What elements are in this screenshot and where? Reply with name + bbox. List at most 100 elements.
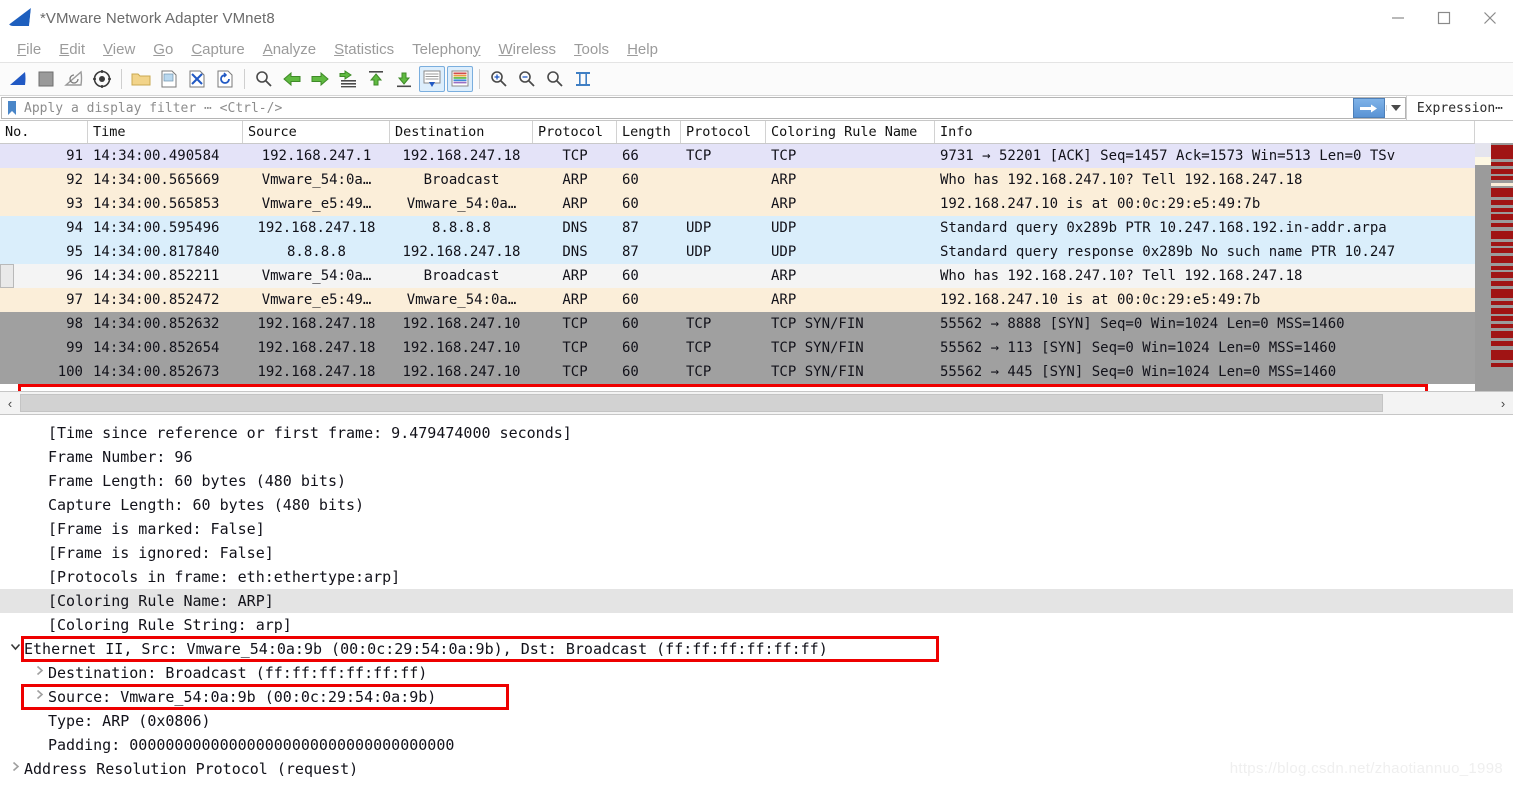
- scrollbar-density-band: [1491, 188, 1513, 197]
- menu-item-edit[interactable]: Edit: [50, 41, 94, 58]
- cell-info: Standard query 0x289b PTR 10.247.168.192…: [940, 220, 1387, 236]
- menu-item-statistics[interactable]: Statistics: [325, 41, 403, 58]
- column-header-protocol[interactable]: Protocol: [681, 121, 766, 143]
- packet-row[interactable]: 97 14:34:00.852472 Vmware_e5:49… Vmware_54:…: [0, 288, 1513, 312]
- packet-list[interactable]: No. Time Source Destination Protocol Length Pr…: [0, 121, 1513, 391]
- reload-file-icon[interactable]: [212, 66, 238, 92]
- chevron-right-icon[interactable]: [32, 661, 46, 685]
- detail-tree-row[interactable]: Source: Vmware_54:0a:9b (00:0c:29:54:0a:…: [0, 685, 1513, 709]
- detail-row-text: [Frame is ignored: False]: [48, 544, 274, 562]
- column-header-protocol[interactable]: Protocol: [533, 121, 617, 143]
- menu-item-file[interactable]: File: [8, 41, 50, 58]
- packet-row[interactable]: 100 14:34:00.852673 192.168.247.18 192.168.…: [0, 360, 1513, 384]
- bookmark-icon[interactable]: [4, 98, 20, 118]
- detail-tree-row[interactable]: Type: ARP (0x0806): [0, 709, 1513, 733]
- zoom-in-icon[interactable]: [486, 66, 512, 92]
- detail-tree-row[interactable]: Frame Length: 60 bytes (480 bits): [0, 469, 1513, 493]
- start-capture-icon[interactable]: [5, 66, 31, 92]
- column-header-source[interactable]: Source: [243, 121, 390, 143]
- chevron-right-icon[interactable]: [32, 685, 46, 709]
- chevron-left-icon[interactable]: ‹: [0, 393, 20, 413]
- menu-item-help[interactable]: Help: [618, 41, 667, 58]
- colorize-icon[interactable]: [447, 66, 473, 92]
- chevron-right-icon[interactable]: ›: [1493, 393, 1513, 413]
- scrollbar-thumb[interactable]: [1475, 165, 1491, 391]
- hscroll-track[interactable]: [20, 394, 1493, 412]
- filter-expression-button[interactable]: Expression⋯: [1405, 96, 1513, 120]
- toolbar-separator: [121, 69, 122, 89]
- open-file-icon[interactable]: [128, 66, 154, 92]
- packet-row[interactable]: 94 14:34:00.595496 192.168.247.18 8.8.8.8 DN…: [0, 216, 1513, 240]
- menu-item-analyze[interactable]: Analyze: [254, 41, 325, 58]
- packet-row[interactable]: 91 14:34:00.490584 192.168.247.1 192.168.24…: [0, 144, 1513, 168]
- menu-item-view[interactable]: View: [94, 41, 144, 58]
- close-file-icon[interactable]: [184, 66, 210, 92]
- cell-protocol: TCP: [562, 316, 588, 332]
- detail-tree-row[interactable]: [Frame is ignored: False]: [0, 541, 1513, 565]
- filter-dropdown-icon[interactable]: [1385, 105, 1405, 111]
- restart-capture-icon[interactable]: [61, 66, 87, 92]
- detail-tree-row[interactable]: Ethernet II, Src: Vmware_54:0a:9b (00:0c…: [0, 637, 1513, 661]
- intelligent-scrollbar[interactable]: [1491, 143, 1513, 391]
- packet-row[interactable]: 95 14:34:00.817840 8.8.8.8 192.168.247.18 DN…: [0, 240, 1513, 264]
- stop-capture-icon[interactable]: [33, 66, 59, 92]
- go-forward-icon[interactable]: [307, 66, 333, 92]
- detail-row-text: Capture Length: 60 bytes (480 bits): [48, 496, 365, 514]
- detail-tree-row[interactable]: Capture Length: 60 bytes (480 bits): [0, 493, 1513, 517]
- detail-tree-row[interactable]: [Frame is marked: False]: [0, 517, 1513, 541]
- maximize-icon[interactable]: [1421, 0, 1467, 36]
- display-filter-input[interactable]: Apply a display filter ⋯ <Ctrl-/>: [1, 97, 1406, 119]
- column-header-coloring-rule-name[interactable]: Coloring Rule Name: [766, 121, 935, 143]
- menu-item-go[interactable]: Go: [144, 41, 182, 58]
- chevron-right-icon[interactable]: [8, 757, 22, 781]
- go-last-packet-icon[interactable]: [391, 66, 417, 92]
- cell-coloring_rule: ARP: [771, 268, 797, 284]
- menu-item-capture[interactable]: Capture: [182, 41, 253, 58]
- detail-tree-row[interactable]: Frame Number: 96: [0, 445, 1513, 469]
- menu-item-telephony[interactable]: Telephony: [403, 41, 489, 58]
- close-icon[interactable]: [1467, 0, 1513, 36]
- packet-row[interactable]: 93 14:34:00.565853 Vmware_e5:49… Vmware_54:…: [0, 192, 1513, 216]
- detail-tree-row[interactable]: [Protocols in frame: eth:ethertype:arp]: [0, 565, 1513, 589]
- column-header-no[interactable]: No.: [0, 121, 88, 143]
- packet-list-header[interactable]: No. Time Source Destination Protocol Length Pr…: [0, 121, 1513, 144]
- resize-columns-icon[interactable]: [570, 66, 596, 92]
- cell-info: 55562 → 8888 [SYN] Seq=0 Win=1024 Len=0 …: [940, 316, 1345, 332]
- packet-row[interactable]: 96 14:34:00.852211 Vmware_54:0a… Broadcast A…: [0, 264, 1513, 288]
- column-header-destination[interactable]: Destination: [390, 121, 533, 143]
- packet-row[interactable]: 98 14:34:00.852632 192.168.247.18 192.168.2…: [0, 312, 1513, 336]
- detail-tree-row[interactable]: [Coloring Rule String: arp]: [0, 613, 1513, 637]
- chevron-down-icon[interactable]: [8, 637, 22, 661]
- cell-destination: Vmware_54:0a…: [406, 292, 517, 308]
- zoom-reset-icon[interactable]: [542, 66, 568, 92]
- detail-tree-row[interactable]: [Coloring Rule Name: ARP]: [0, 589, 1513, 613]
- hscroll-thumb[interactable]: [20, 394, 1383, 412]
- column-header-time[interactable]: Time: [88, 121, 243, 143]
- go-to-packet-icon[interactable]: [335, 66, 361, 92]
- minimize-icon[interactable]: [1375, 0, 1421, 36]
- detail-tree-row[interactable]: Destination: Broadcast (ff:ff:ff:ff:ff:f…: [0, 661, 1513, 685]
- display-filter-placeholder: Apply a display filter ⋯ <Ctrl-/>: [24, 100, 283, 116]
- packet-list-rows[interactable]: 91 14:34:00.490584 192.168.247.1 192.168.24…: [0, 144, 1513, 384]
- menu-item-wireless[interactable]: Wireless: [490, 41, 566, 58]
- column-header-info[interactable]: Info: [935, 121, 1475, 143]
- menu-item-tools[interactable]: Tools: [565, 41, 618, 58]
- packet-row[interactable]: 92 14:34:00.565669 Vmware_54:0a… Broadcast A…: [0, 168, 1513, 192]
- packet-row[interactable]: 99 14:34:00.852654 192.168.247.18 192.168.2…: [0, 336, 1513, 360]
- apply-filter-button[interactable]: [1352, 98, 1385, 118]
- go-first-packet-icon[interactable]: [363, 66, 389, 92]
- packet-list-horizontal-scrollbar[interactable]: ‹ ›: [0, 391, 1513, 415]
- packet-list-vertical-scrollbar[interactable]: [1475, 143, 1491, 391]
- zoom-out-icon[interactable]: [514, 66, 540, 92]
- packet-detail-pane[interactable]: [Time since reference or first frame: 9.…: [0, 415, 1513, 789]
- go-back-icon[interactable]: [279, 66, 305, 92]
- autoscroll-icon[interactable]: [419, 66, 445, 92]
- column-header-length[interactable]: Length: [617, 121, 681, 143]
- detail-row-text: [Time since reference or first frame: 9.…: [48, 424, 572, 442]
- detail-tree-row[interactable]: [Time since reference or first frame: 9.…: [0, 421, 1513, 445]
- watermark-text: https://blog.csdn.net/zhaotiannuo_1998: [1229, 760, 1503, 777]
- detail-tree-row[interactable]: Padding: 0000000000000000000000000000000…: [0, 733, 1513, 757]
- capture-options-icon[interactable]: [89, 66, 115, 92]
- save-file-icon[interactable]: [156, 66, 182, 92]
- find-packet-icon[interactable]: [251, 66, 277, 92]
